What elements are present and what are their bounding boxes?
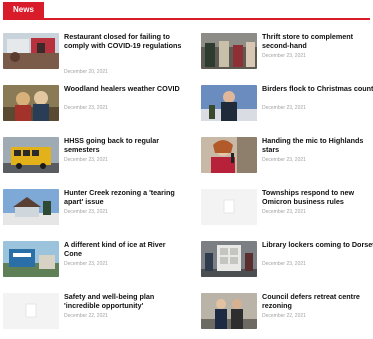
placeholder-thumbnail[interactable] [3,293,59,329]
news-card[interactable]: Birders flock to Christmas count Decembe… [201,84,373,131]
council-photo[interactable] [201,293,257,329]
publish-date: December 23, 2021 [262,105,306,111]
publish-date: December 23, 2021 [262,53,306,59]
headline-link[interactable]: Library lockers coming to Dorset [262,240,373,249]
hunter-creek-photo[interactable] [3,189,59,225]
publish-date: December 22, 2021 [262,313,306,319]
news-card[interactable]: Thrift store to complement second-hand D… [201,32,373,79]
news-card[interactable]: Handing the mic to Highlands stars Decem… [201,136,373,183]
placeholder-thumbnail[interactable] [201,189,257,225]
news-card[interactable]: Woodland healers weather COVID December … [3,84,185,131]
section-header: News [0,0,373,22]
restaurant-photo[interactable] [3,33,59,69]
publish-date: December 23, 2021 [64,157,108,163]
publish-date: December 22, 2021 [64,313,108,319]
headline-link[interactable]: Thrift store to complement second-hand [262,32,373,50]
thrift-store-photo[interactable] [201,33,257,69]
news-card[interactable]: Restaurant closed for failing to comply … [3,32,185,79]
headline-link[interactable]: Townships respond to new Omicron busines… [262,188,373,206]
news-card[interactable]: Library lockers coming to Dorset Decembe… [201,240,373,287]
publish-date: December 23, 2021 [64,261,108,267]
headline-link[interactable]: HHSS going back to regular semesters [64,136,182,154]
news-card[interactable]: A different kind of ice at River Cone De… [3,240,185,287]
headline-link[interactable]: Safety and well-being plan 'incredible o… [64,292,182,310]
headline-link[interactable]: Council defers retreat centre rezoning [262,292,373,310]
news-card[interactable]: Council defers retreat centre rezoning D… [201,292,373,339]
news-card[interactable]: Safety and well-being plan 'incredible o… [3,292,185,339]
headline-link[interactable]: Birders flock to Christmas count [262,84,373,93]
school-bus-photo[interactable] [3,137,59,173]
news-card[interactable]: Townships respond to new Omicron busines… [201,188,373,235]
headline-link[interactable]: Hunter Creek rezoning a 'tearing apart' … [64,188,182,206]
headline-link[interactable]: A different kind of ice at River Cone [64,240,182,258]
headline-link[interactable]: Woodland healers weather COVID [64,84,182,93]
birders-photo[interactable] [201,85,257,121]
headline-link[interactable]: Restaurant closed for failing to comply … [64,32,182,50]
woodland-photo[interactable] [3,85,59,121]
headline-link[interactable]: Handing the mic to Highlands stars [262,136,373,154]
publish-date: December 23, 2021 [262,261,306,267]
section-divider [3,18,370,20]
news-card[interactable]: HHSS going back to regular semesters Dec… [3,136,185,183]
library-photo[interactable] [201,241,257,277]
publish-date: December 23, 2021 [262,209,306,215]
microphone-photo[interactable] [201,137,257,173]
river-cone-photo[interactable] [3,241,59,277]
publish-date: December 23, 2021 [262,157,306,163]
publish-date: December 23, 2021 [64,105,108,111]
news-card[interactable]: Hunter Creek rezoning a 'tearing apart' … [3,188,185,235]
publish-date: December 23, 2021 [64,209,108,215]
news-grid: Restaurant closed for failing to comply … [3,32,373,333]
publish-date: December 20, 2021 [64,69,108,75]
section-tab-news[interactable]: News [3,2,44,18]
